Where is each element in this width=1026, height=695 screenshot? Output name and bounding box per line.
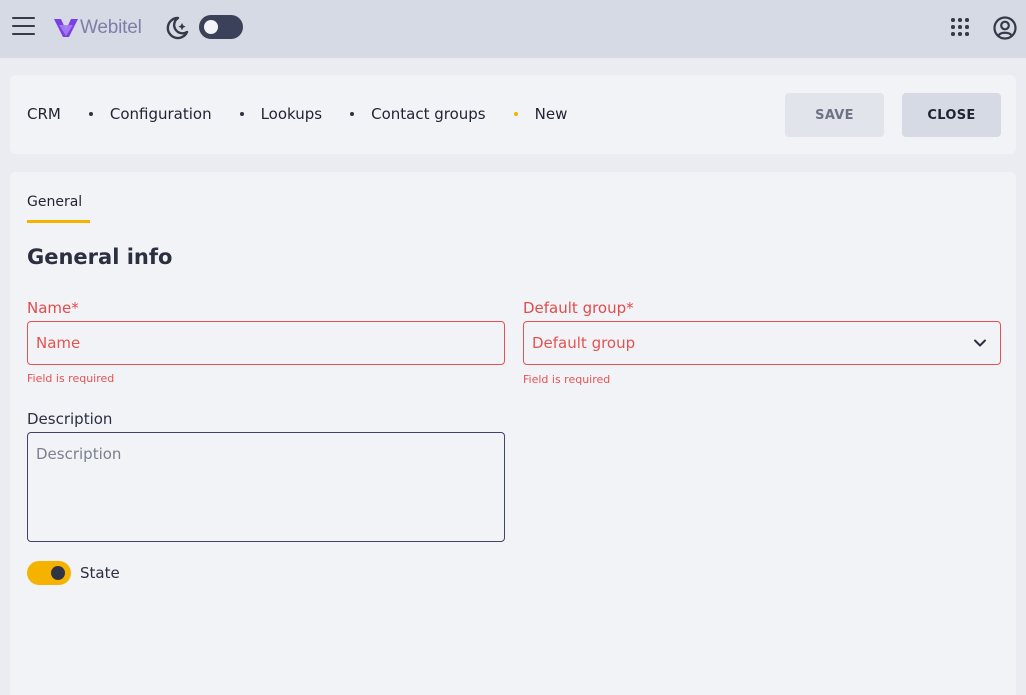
top-bar: Webitel — [0, 0, 1026, 58]
main-panel: General General info Name* Field is requ… — [10, 172, 1016, 695]
breadcrumb-separator-active — [513, 112, 518, 116]
state-toggle[interactable] — [27, 561, 71, 585]
state-label: State — [80, 564, 120, 582]
breadcrumb-crm[interactable]: CRM — [27, 105, 61, 123]
breadcrumb-contact-groups[interactable]: Contact groups — [371, 105, 486, 123]
name-field-wrapper — [27, 321, 505, 365]
breadcrumb: CRM Configuration Lookups Contact groups… — [27, 105, 567, 123]
name-input[interactable] — [36, 334, 496, 352]
active-tab-indicator — [27, 220, 90, 223]
breadcrumb-configuration[interactable]: Configuration — [110, 105, 212, 123]
close-button[interactable]: CLOSE — [902, 93, 1001, 137]
tab-general[interactable]: General — [27, 194, 82, 210]
chevron-down-icon — [974, 339, 986, 347]
section-title: General info — [27, 245, 173, 269]
hamburger-menu-icon[interactable] — [12, 16, 35, 36]
theme-toggle[interactable] — [199, 15, 243, 39]
description-textarea[interactable] — [28, 433, 504, 541]
description-field-wrapper — [27, 432, 505, 542]
breadcrumb-separator — [88, 112, 93, 116]
moon-stars-icon — [166, 16, 189, 40]
apps-grid-icon[interactable] — [951, 18, 971, 38]
breadcrumb-lookups[interactable]: Lookups — [261, 105, 323, 123]
name-label: Name* — [27, 299, 79, 317]
default-group-placeholder: Default group — [532, 334, 636, 352]
webitel-logo-icon — [54, 19, 78, 37]
name-error: Field is required — [27, 372, 115, 385]
breadcrumb-separator — [239, 112, 244, 116]
logo[interactable]: Webitel — [53, 14, 142, 42]
description-label: Description — [27, 410, 113, 428]
breadcrumb-separator — [350, 112, 355, 116]
state-toggle-knob — [51, 566, 65, 580]
theme-toggle-knob — [204, 20, 218, 34]
default-group-label: Default group* — [523, 299, 634, 317]
default-group-select[interactable]: Default group — [523, 321, 1001, 365]
brand-name: Webitel — [80, 17, 142, 38]
breadcrumb-current-new: New — [534, 105, 568, 123]
account-circle-icon[interactable] — [992, 15, 1018, 41]
default-group-error: Field is required — [523, 373, 611, 386]
page-header: CRM Configuration Lookups Contact groups… — [10, 75, 1016, 154]
save-button[interactable]: SAVE — [785, 93, 884, 137]
